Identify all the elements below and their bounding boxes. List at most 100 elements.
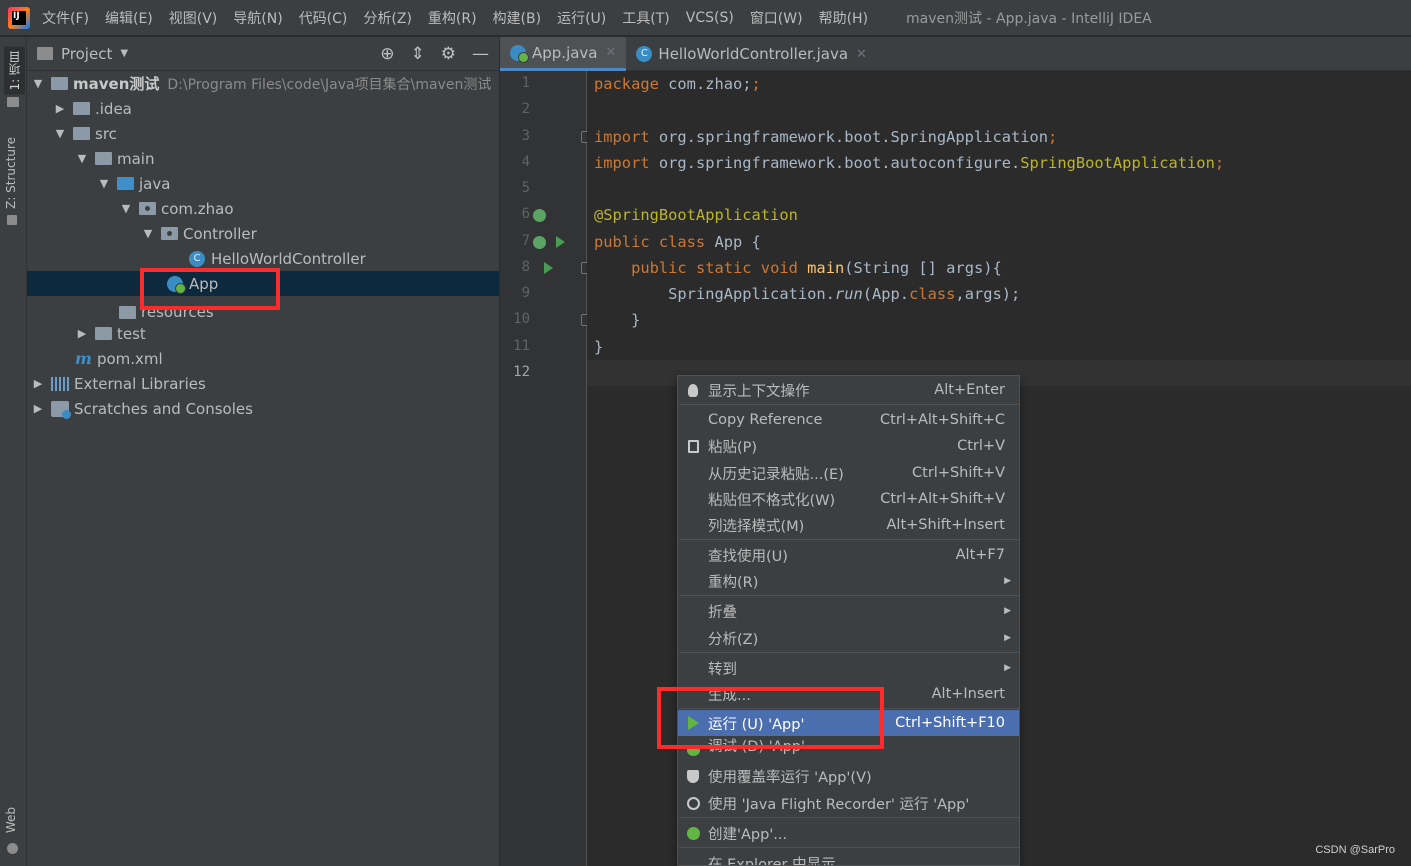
folder-icon: [95, 327, 112, 340]
menu-item-show-context-actions[interactable]: 显示上下文操作 Alt+Enter: [678, 377, 1019, 403]
tool-tab-project[interactable]: 1: 项目: [4, 47, 25, 95]
menu-item-paste[interactable]: 粘贴(P) Ctrl+V: [678, 433, 1019, 459]
menu-tools[interactable]: 工具(T): [622, 8, 669, 28]
expand-arrow-icon[interactable]: ▼: [75, 152, 89, 165]
tree-item-src[interactable]: ▼ src: [27, 121, 499, 146]
tree-item-resources[interactable]: resources: [27, 303, 499, 321]
close-icon[interactable]: ✕: [856, 47, 867, 62]
tree-item-maven-project[interactable]: ▼ maven测试 D:\Program Files\code\Java项目集合…: [27, 71, 499, 96]
folder-icon: [73, 102, 90, 115]
tree-item-scratches[interactable]: ▶ Scratches and Consoles: [27, 396, 499, 421]
run-gutter-icon[interactable]: [556, 236, 565, 248]
menu-separator: [679, 847, 1019, 848]
module-folder-icon: [51, 77, 68, 90]
tool-tab-web[interactable]: Web: [4, 807, 18, 833]
expand-arrow-icon[interactable]: ▼: [119, 202, 133, 215]
menu-item-run-app[interactable]: 运行 (U) 'App' Ctrl+Shift+F10: [678, 710, 1019, 736]
chevron-down-icon[interactable]: ▼: [120, 48, 128, 59]
collapse-arrow-icon[interactable]: ▶: [31, 377, 45, 390]
menu-help[interactable]: 帮助(H): [819, 8, 868, 28]
spring-bean-icon[interactable]: [533, 236, 546, 249]
menu-item-paste-without-formatting[interactable]: 粘贴但不格式化(W) Ctrl+Alt+Shift+V: [678, 486, 1019, 512]
tree-item-pom[interactable]: m pom.xml: [27, 346, 499, 371]
tree-item-idea[interactable]: ▶ .idea: [27, 96, 499, 121]
line-number: 2: [521, 101, 530, 117]
menu-item-column-selection-mode[interactable]: 列选择模式(M) Alt+Shift+Insert: [678, 512, 1019, 538]
menu-item-goto[interactable]: 转到 ▶: [678, 655, 1019, 681]
collapse-arrow-icon[interactable]: ▶: [31, 402, 45, 415]
package-icon: [161, 227, 178, 240]
menu-item-run-with-jfr[interactable]: 使用 'Java Flight Recorder' 运行 'App': [678, 790, 1019, 816]
spring-bean-icon[interactable]: [533, 209, 546, 222]
menu-item-run-with-coverage[interactable]: 使用覆盖率运行 'App'(V): [678, 763, 1019, 789]
line-number: 7: [521, 233, 530, 249]
tree-item-test[interactable]: ▶ test: [27, 321, 499, 346]
tree-item-controller[interactable]: ▼ Controller: [27, 221, 499, 246]
tree-item-label: maven测试: [73, 75, 160, 93]
source-folder-icon: [117, 177, 134, 190]
menu-item-debug-app[interactable]: 调试 (D) 'App': [678, 738, 1019, 756]
submenu-arrow-icon: ▶: [1004, 576, 1011, 586]
tree-item-helloworldcontroller[interactable]: C HelloWorldController: [27, 246, 499, 271]
menu-build[interactable]: 构建(B): [493, 8, 542, 28]
project-panel-header: Project ▼ ⊕ ⇕ ⚙ —: [27, 37, 499, 71]
expand-arrow-icon[interactable]: ▼: [97, 177, 111, 190]
expand-arrow-icon[interactable]: ▼: [31, 77, 45, 90]
tree-item-com-zhao[interactable]: ▼ com.zhao: [27, 196, 499, 221]
run-gutter-icon[interactable]: [544, 262, 553, 274]
tree-item-label: HelloWorldController: [211, 249, 366, 268]
menu-item-find-usages[interactable]: 查找使用(U) Alt+F7: [678, 542, 1019, 568]
close-icon[interactable]: ✕: [606, 45, 617, 60]
tool-tab-structure[interactable]: Z: Structure: [4, 137, 18, 209]
menu-item-folding[interactable]: 折叠 ▶: [678, 598, 1019, 624]
collapse-arrow-icon[interactable]: ▶: [53, 102, 67, 115]
gear-icon[interactable]: ⚙: [441, 44, 456, 64]
menu-item-show-in-explorer[interactable]: 在 Explorer 中显示: [678, 850, 1019, 866]
spring-boot-app-icon: [510, 44, 529, 63]
tree-item-label: Scratches and Consoles: [74, 399, 253, 418]
menu-item-analyze[interactable]: 分析(Z) ▶: [678, 625, 1019, 651]
menu-item-copy-reference[interactable]: Copy Reference Ctrl+Alt+Shift+C: [678, 407, 1019, 433]
editor-gutter: 1 2 3 4 5 6 7 8 9 10 11 12: [500, 71, 591, 866]
collapse-arrow-icon[interactable]: ▶: [75, 327, 89, 340]
tree-item-main[interactable]: ▼ main: [27, 146, 499, 171]
locate-icon[interactable]: ⊕: [380, 44, 394, 64]
menu-item-paste-from-history[interactable]: 从历史记录粘贴...(E) Ctrl+Shift+V: [678, 460, 1019, 486]
tab-helloworldcontroller-java[interactable]: C HelloWorldController.java ✕: [626, 37, 877, 71]
menu-item-refactor[interactable]: 重构(R) ▶: [678, 568, 1019, 594]
project-panel-title[interactable]: Project: [61, 45, 112, 63]
tree-item-label: .idea: [95, 99, 132, 118]
menu-file[interactable]: 文件(F): [42, 8, 89, 28]
tree-item-label: src: [95, 124, 117, 143]
tree-item-label: App: [189, 274, 219, 293]
menu-edit[interactable]: 编辑(E): [105, 8, 153, 28]
tab-label: HelloWorldController.java: [658, 45, 849, 63]
line-number: 1: [521, 75, 530, 91]
menu-item-generate[interactable]: 生成... Alt+Insert: [678, 681, 1019, 707]
intellij-logo-icon: IJ: [8, 6, 30, 29]
menu-analyze[interactable]: 分析(Z): [363, 8, 412, 28]
menu-window[interactable]: 窗口(W): [750, 8, 803, 28]
menu-vcs[interactable]: VCS(S): [686, 10, 734, 26]
lightbulb-icon: [688, 383, 698, 397]
tree-item-external-libraries[interactable]: ▶ External Libraries: [27, 371, 499, 396]
tab-app-java[interactable]: App.java ✕: [500, 37, 627, 71]
tree-item-app[interactable]: App: [27, 271, 499, 296]
collapse-all-icon[interactable]: ⇕: [411, 44, 425, 64]
hide-icon[interactable]: —: [472, 44, 489, 64]
java-class-icon: C: [189, 250, 205, 267]
menu-navigate[interactable]: 导航(N): [233, 8, 282, 28]
menu-refactor[interactable]: 重构(R): [428, 8, 477, 28]
profiler-icon: [686, 796, 700, 810]
menu-code[interactable]: 代码(C): [299, 8, 348, 28]
menu-view[interactable]: 视图(V): [169, 8, 218, 28]
tree-item-label: resources: [141, 303, 214, 321]
expand-arrow-icon[interactable]: ▼: [53, 127, 67, 140]
tree-item-java[interactable]: ▼ java: [27, 171, 499, 196]
library-icon: [51, 376, 69, 391]
menu-run[interactable]: 运行(U): [557, 8, 606, 28]
code-line-6: @SpringBootApplication: [594, 206, 798, 224]
menu-item-create-config[interactable]: 创建'App'...: [678, 820, 1019, 846]
line-number: 8: [521, 259, 530, 275]
expand-arrow-icon[interactable]: ▼: [141, 227, 155, 240]
